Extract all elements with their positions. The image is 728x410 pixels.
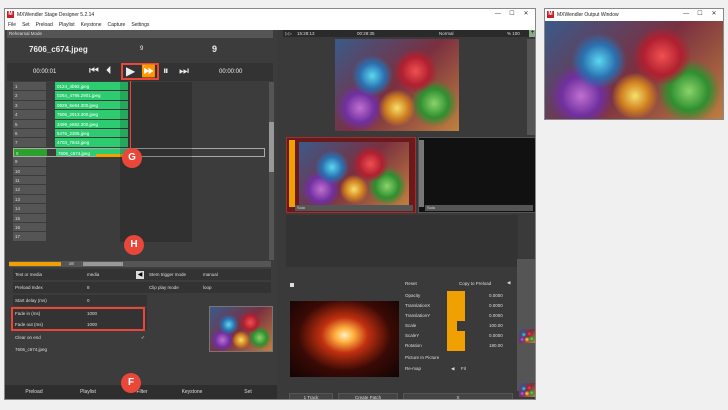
current-file: 7606_c674.jpeg: [29, 45, 88, 54]
preview-thumbnail: [209, 306, 273, 352]
fx-param-translationy[interactable]: TranslationY 0.0000: [403, 311, 507, 321]
prop-start-delay[interactable]: Start delay (ms) 0: [13, 295, 147, 306]
prop-clear-on-end[interactable]: Clear on end ✔: [13, 332, 147, 343]
output-title: MXWendler Output Window: [557, 11, 619, 18]
designer-title: MXWendler Stage Designer 5.2.14: [17, 11, 95, 18]
menu-keystone[interactable]: Keystone: [81, 22, 102, 28]
side-meter: [527, 39, 535, 135]
mode-label: Rehearsal Mode: [9, 31, 43, 36]
minimize-icon[interactable]: —: [491, 9, 505, 20]
fx-param-scale[interactable]: Scale 100.00: [403, 321, 507, 331]
x-button[interactable]: X: [403, 393, 513, 399]
mixer-header: ▷▷ 15:28:13 00:28:35 Normal % 100: [283, 30, 535, 37]
fx-remap[interactable]: Re-map ◀ Fit: [405, 366, 509, 371]
fx-pip[interactable]: Picture In Picture: [405, 355, 439, 360]
menu-bar: File Set Preload Playlist Keystone Captu…: [5, 20, 535, 30]
play-small-icon[interactable]: ▷▷: [285, 30, 292, 37]
marker-f: F: [121, 373, 141, 393]
output-minimize-icon[interactable]: —: [679, 9, 693, 20]
layer-a-thumb: [299, 142, 409, 205]
clip-preview: [290, 301, 399, 377]
play-icon[interactable]: ▶: [126, 64, 135, 78]
create-patch-button[interactable]: Create Patch: [338, 393, 398, 399]
designer-window: M MXWendler Stage Designer 5.2.14 — ☐ ✕ …: [4, 8, 536, 400]
fx-param-translationx[interactable]: TranslationX 0.0000: [403, 301, 507, 311]
mode-bar: Rehearsal Mode: [7, 30, 273, 38]
fx-remap-arrow-icon[interactable]: ◀: [451, 366, 454, 372]
mixer-percent: % 100: [507, 31, 520, 36]
maximize-icon[interactable]: ☐: [505, 9, 519, 20]
fx-copy-to-preload[interactable]: Copy to Preload: [459, 281, 491, 286]
main-preview: [335, 39, 459, 131]
fx-param-opacity[interactable]: Opacity 0.0000: [403, 291, 507, 301]
timeline-progress: [9, 262, 61, 266]
prop-arrow-icon[interactable]: ◀: [136, 271, 144, 279]
mixer-blend: Normal: [439, 31, 454, 36]
close-icon[interactable]: ✕: [519, 9, 533, 20]
pause-icon[interactable]: ⏸: [163, 65, 169, 78]
menu-playlist[interactable]: Playlist: [59, 22, 75, 28]
prop-preload-index[interactable]: Preload Index 8: [13, 282, 147, 293]
prop-text-or-media: Text or media media: [13, 269, 147, 280]
tab-playlist[interactable]: Playlist: [63, 387, 113, 397]
menu-capture[interactable]: Capture: [108, 22, 126, 28]
checkmark-icon: ✔: [141, 335, 145, 340]
output-close-icon[interactable]: ✕: [707, 9, 721, 20]
layer-area: [286, 215, 518, 267]
fast-forward-icon[interactable]: ⏩: [141, 64, 156, 78]
prop-stem-trigger[interactable]: Stem trigger mode manual: [147, 269, 271, 280]
designer-titlebar: M MXWendler Stage Designer 5.2.14: [5, 9, 535, 20]
layer-a-level[interactable]: [289, 140, 295, 207]
menu-preload[interactable]: Preload: [36, 22, 53, 28]
menu-set[interactable]: Set: [22, 22, 30, 28]
fx-param-rotation[interactable]: Rotation 180.00: [403, 341, 507, 351]
output-window: M MXWendler Output Window — ☐ ✕: [544, 8, 724, 120]
fx-reset[interactable]: Reset: [405, 281, 417, 286]
output-image: [545, 21, 723, 119]
count-b: 9: [212, 44, 218, 54]
marker-g: G: [122, 148, 142, 168]
mixer-time-b: 00:28:35: [357, 31, 375, 36]
menu-settings[interactable]: Settings: [131, 22, 149, 28]
tab-preload[interactable]: Preload: [9, 387, 59, 397]
fade-highlight: [11, 307, 145, 331]
plus-icon[interactable]: +: [529, 30, 535, 37]
prop-clip-play[interactable]: Clip play mode loop: [147, 282, 271, 293]
marker-h: H: [124, 235, 144, 255]
output-maximize-icon[interactable]: ☐: [693, 9, 707, 20]
count-a: 9: [140, 46, 144, 52]
layer-column: [517, 259, 535, 391]
menu-file[interactable]: File: [8, 22, 16, 28]
time-left: 00:00:01: [33, 69, 57, 75]
skip-end-icon[interactable]: ⏭: [179, 65, 189, 78]
checkbox-small[interactable]: [290, 283, 294, 287]
fx-arrow-icon[interactable]: ◀: [507, 280, 510, 286]
layer-a-label: Solo: [295, 205, 413, 211]
prop-filename: 7606_c674.jpeg: [15, 347, 48, 352]
horizontal-scrollbar[interactable]: x8: [9, 261, 271, 267]
layer-b-level[interactable]: [419, 140, 424, 207]
layer-b-label: Solo: [425, 205, 533, 211]
mixer-time-a: 15:28:13: [297, 31, 315, 36]
fx-param-scaley[interactable]: ScaleY 0.0000: [403, 331, 507, 341]
time-right: 00:00:00: [219, 69, 243, 75]
layer-thumb-small-2: [519, 383, 535, 397]
output-logo-icon: M: [547, 11, 554, 18]
step-back-icon[interactable]: ⏴: [106, 65, 112, 78]
layer-thumb-small: [519, 329, 535, 343]
layer-b-box[interactable]: [418, 137, 535, 213]
tab-set[interactable]: Set: [223, 387, 273, 397]
skip-start-icon[interactable]: ⏮: [89, 65, 99, 78]
app-logo-icon: M: [7, 11, 14, 18]
fx-fit[interactable]: Fit: [461, 366, 466, 371]
scroll-label: x8: [69, 261, 74, 266]
add-track-button[interactable]: 1 Track: [289, 393, 333, 399]
tab-keystone[interactable]: Keystone: [167, 387, 217, 397]
vertical-scrollbar[interactable]: [269, 82, 274, 260]
scroll-thumb[interactable]: [83, 262, 123, 266]
